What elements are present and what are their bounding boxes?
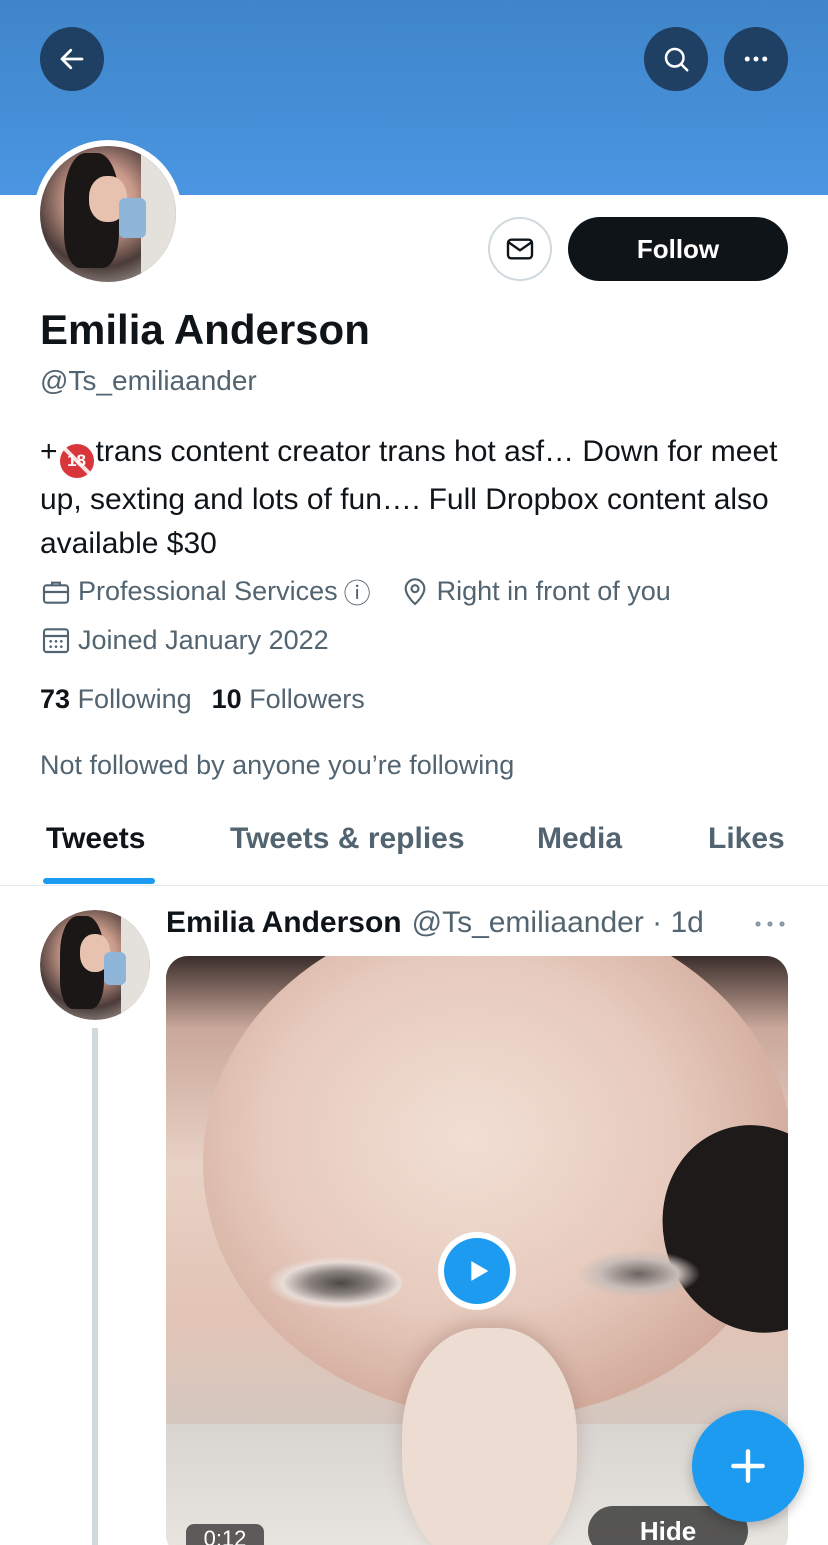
compose-tweet-button[interactable] xyxy=(692,1410,804,1522)
play-button[interactable] xyxy=(438,1232,516,1310)
profile-meta-row: Professional Services ⓘ Right in front o… xyxy=(40,572,699,611)
tweet-meta: @Ts_emiliaander · 1d xyxy=(411,906,704,939)
calendar-icon xyxy=(42,628,70,654)
follow-button[interactable]: Follow xyxy=(568,217,788,281)
not-followed-notice: Not followed by anyone you’re following xyxy=(40,750,515,780)
more-button[interactable] xyxy=(724,27,788,91)
following-link[interactable]: 73 Following xyxy=(40,684,192,715)
thread-line xyxy=(92,1028,98,1545)
following-count: 73 xyxy=(40,684,71,714)
following-label: Following xyxy=(77,684,192,714)
category-item: Professional Services ⓘ xyxy=(40,572,371,611)
active-tab-indicator xyxy=(43,878,155,884)
location-pin-icon xyxy=(404,577,426,605)
tweet-author-name[interactable]: Emilia Anderson xyxy=(166,906,402,940)
arrow-left-icon xyxy=(60,48,84,70)
plus-icon xyxy=(731,1449,765,1483)
followers-label: Followers xyxy=(249,684,365,714)
location-label: Right in front of you xyxy=(436,576,671,606)
profile-handle: @Ts_emiliaander xyxy=(40,365,257,396)
avatar-image xyxy=(40,910,150,1020)
profile-avatar[interactable] xyxy=(34,140,182,288)
tab-likes[interactable]: Likes xyxy=(708,822,785,856)
tweet-more-icon[interactable] xyxy=(752,910,788,938)
location-item: Right in front of you xyxy=(399,576,671,608)
play-icon xyxy=(471,1261,489,1281)
tab-media[interactable]: Media xyxy=(537,822,622,856)
more-horizontal-icon xyxy=(744,56,768,62)
back-button[interactable] xyxy=(40,27,104,91)
tab-tweets[interactable]: Tweets xyxy=(46,822,145,856)
search-button[interactable] xyxy=(644,27,708,91)
briefcase-icon xyxy=(42,581,70,604)
profile-name: Emilia Anderson xyxy=(40,306,370,353)
follow-stats: 73 Following 10 Followers xyxy=(40,684,365,715)
followers-count: 10 xyxy=(211,684,242,714)
tweet-avatar[interactable] xyxy=(40,910,150,1020)
video-duration: 0:12 xyxy=(186,1524,264,1545)
message-button[interactable] xyxy=(488,217,552,281)
joined-row: Joined January 2022 xyxy=(40,624,329,656)
joined-label: Joined January 2022 xyxy=(78,624,329,655)
avatar-image xyxy=(40,146,176,282)
profile-bio: +18 trans content creator trans hot asf… … xyxy=(40,430,800,566)
followers-link[interactable]: 10 Followers xyxy=(212,684,365,715)
category-label: Professional Services xyxy=(78,576,338,606)
profile-tabs: Tweets Tweets & replies Media Likes xyxy=(0,800,828,886)
search-icon xyxy=(664,47,689,72)
tab-tweets-replies[interactable]: Tweets & replies xyxy=(230,822,465,856)
no-under-18-icon: 18 xyxy=(59,444,94,478)
envelope-icon xyxy=(506,238,534,260)
info-icon[interactable]: ⓘ xyxy=(344,572,371,611)
bio-text: trans content creator trans hot asf… Dow… xyxy=(40,435,778,560)
tweet-header: Emilia Anderson @Ts_emiliaander · 1d xyxy=(166,906,704,940)
bio-prefix: + xyxy=(40,435,58,468)
